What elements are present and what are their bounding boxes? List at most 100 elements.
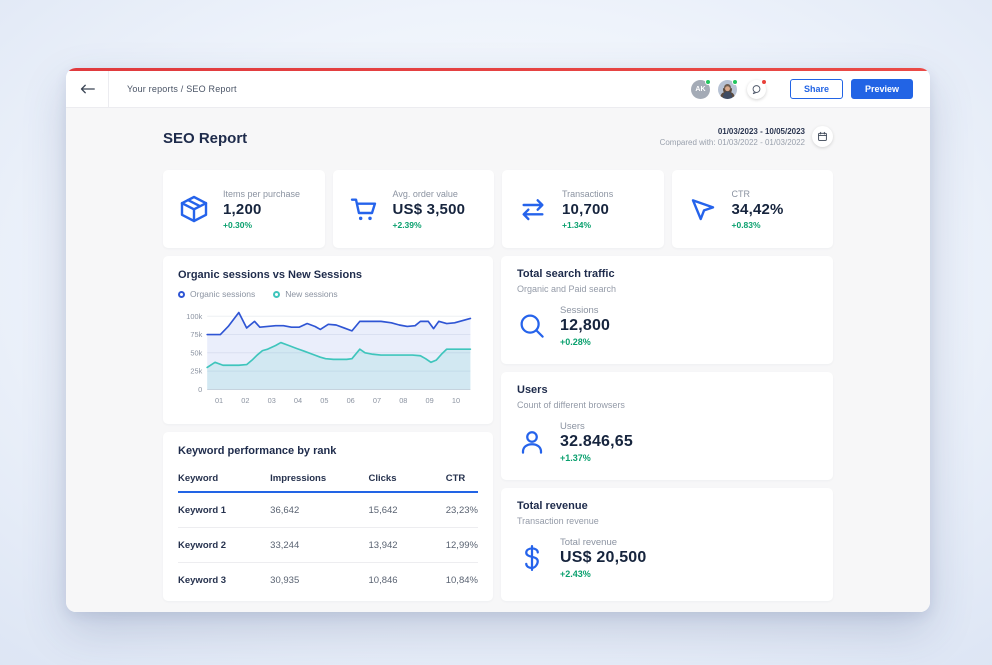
cell-keyword: Keyword 3	[178, 563, 270, 598]
kpi-delta: +1.34%	[562, 220, 613, 230]
svg-text:01: 01	[215, 396, 223, 405]
avatar-ak[interactable]: AK	[691, 80, 710, 99]
panel-subtitle: Organic and Paid search	[517, 284, 817, 294]
swap-arrows-icon	[517, 193, 549, 225]
cell-impressions: 36,642	[270, 492, 368, 528]
kpi-label: Avg. order value	[393, 189, 466, 199]
panel-title: Total search traffic	[517, 268, 817, 280]
breadcrumb: Your reports / SEO Report	[127, 84, 237, 94]
online-dot	[705, 79, 711, 85]
kpi-delta: +0.83%	[732, 220, 784, 230]
kpi-value: 1,200	[223, 201, 300, 218]
calendar-icon	[817, 131, 828, 142]
metric-label: Sessions	[560, 305, 610, 316]
panel-subtitle: Count of different browsers	[517, 400, 817, 410]
svg-text:25k: 25k	[190, 367, 202, 376]
panel-total-search-traffic: Total search traffic Organic and Paid se…	[501, 256, 833, 364]
cell-clicks: 13,942	[369, 528, 446, 563]
cell-keyword: Keyword 1	[178, 492, 270, 528]
notification-dot	[761, 79, 767, 85]
back-arrow-icon	[80, 83, 95, 95]
comments-button[interactable]	[747, 80, 766, 99]
kpi-label: Transactions	[562, 189, 613, 199]
kpi-delta: +2.39%	[393, 220, 466, 230]
svg-text:50k: 50k	[190, 348, 202, 357]
user-icon	[517, 427, 547, 457]
svg-text:04: 04	[294, 396, 302, 405]
page-title: SEO Report	[163, 122, 247, 147]
panel-title: Total revenue	[517, 500, 817, 512]
chat-bubble-icon	[751, 84, 762, 95]
chart-title: Organic sessions vs New Sessions	[178, 269, 478, 281]
column-header-impressions: Impressions	[270, 465, 368, 492]
date-compared-with: Compared with: 01/03/2022 - 01/03/2022	[660, 138, 805, 147]
sessions-chart-card: Organic sessions vs New Sessions Organic…	[163, 256, 493, 424]
svg-text:0: 0	[198, 385, 202, 394]
date-range-block[interactable]: 01/03/2023 - 10/05/2023 Compared with: 0…	[660, 122, 833, 147]
calendar-button[interactable]	[812, 126, 833, 147]
svg-text:02: 02	[241, 396, 249, 405]
cell-impressions: 33,244	[270, 528, 368, 563]
legend-label: New sessions	[285, 289, 337, 299]
kpi-delta: +0.30%	[223, 220, 300, 230]
column-header-ctr: CTR	[446, 465, 478, 492]
cell-clicks: 15,642	[369, 492, 446, 528]
metric-delta: +2.43%	[560, 569, 647, 579]
keyword-table: Keyword Impressions Clicks CTR Keyword 1…	[178, 465, 478, 597]
table-title: Keyword performance by rank	[178, 445, 478, 457]
cell-keyword: Keyword 2	[178, 528, 270, 563]
cell-impressions: 30,935	[270, 563, 368, 598]
preview-button[interactable]: Preview	[851, 79, 913, 99]
legend-dot-teal	[273, 291, 280, 298]
svg-text:05: 05	[320, 396, 328, 405]
back-button[interactable]	[66, 71, 109, 107]
cell-ctr: 12,99%	[446, 528, 478, 563]
cell-clicks: 10,846	[369, 563, 446, 598]
svg-text:06: 06	[347, 396, 355, 405]
sessions-line-chart: 025k50k75k100k01020304050607080910	[178, 303, 476, 413]
kpi-card-ctr: CTR 34,42% +0.83%	[672, 170, 834, 248]
legend-item-new-sessions[interactable]: New sessions	[273, 289, 337, 299]
legend-item-organic-sessions[interactable]: Organic sessions	[178, 289, 255, 299]
panel-title: Users	[517, 384, 817, 396]
metric-value: 32.846,65	[560, 433, 633, 451]
metric-label: Users	[560, 421, 633, 432]
avatar-initials-label: AK	[695, 86, 705, 93]
svg-text:07: 07	[373, 396, 381, 405]
kpi-label: CTR	[732, 189, 784, 199]
metric-label: Total revenue	[560, 537, 647, 548]
kpi-row: Items per purchase 1,200 +0.30% Avg. ord…	[163, 170, 833, 248]
svg-text:08: 08	[399, 396, 407, 405]
report-header: SEO Report 01/03/2023 - 10/05/2023 Compa…	[163, 122, 833, 166]
svg-text:03: 03	[268, 396, 276, 405]
kpi-card-avg-order-value: Avg. order value US$ 3,500 +2.39%	[333, 170, 495, 248]
kpi-value: 34,42%	[732, 201, 784, 218]
svg-text:09: 09	[426, 396, 434, 405]
legend-dot-blue	[178, 291, 185, 298]
left-column: Organic sessions vs New Sessions Organic…	[163, 256, 493, 601]
online-dot	[732, 79, 738, 85]
kpi-label: Items per purchase	[223, 189, 300, 199]
package-icon	[178, 193, 210, 225]
legend-label: Organic sessions	[190, 289, 255, 299]
chart-legend: Organic sessions New sessions	[178, 289, 478, 299]
column-header-keyword: Keyword	[178, 465, 270, 492]
cart-icon	[348, 193, 380, 225]
table-row: Keyword 3 30,935 10,846 10,84%	[178, 563, 478, 598]
search-icon	[517, 311, 547, 341]
svg-text:100k: 100k	[186, 312, 202, 321]
chart-plot-area: 025k50k75k100k01020304050607080910	[178, 303, 478, 418]
table-header-row: Keyword Impressions Clicks CTR	[178, 465, 478, 492]
report-canvas: SEO Report 01/03/2023 - 10/05/2023 Compa…	[66, 108, 930, 612]
kpi-card-transactions: Transactions 10,700 +1.34%	[502, 170, 664, 248]
avatar-photo[interactable]	[718, 80, 737, 99]
date-range: 01/03/2023 - 10/05/2023	[660, 127, 805, 136]
table-row: Keyword 1 36,642 15,642 23,23%	[178, 492, 478, 528]
share-button[interactable]: Share	[790, 79, 843, 99]
panel-subtitle: Transaction revenue	[517, 516, 817, 526]
cell-ctr: 23,23%	[446, 492, 478, 528]
kpi-value: US$ 3,500	[393, 201, 466, 218]
metric-delta: +0.28%	[560, 337, 610, 347]
svg-text:75k: 75k	[190, 330, 202, 339]
cell-ctr: 10,84%	[446, 563, 478, 598]
